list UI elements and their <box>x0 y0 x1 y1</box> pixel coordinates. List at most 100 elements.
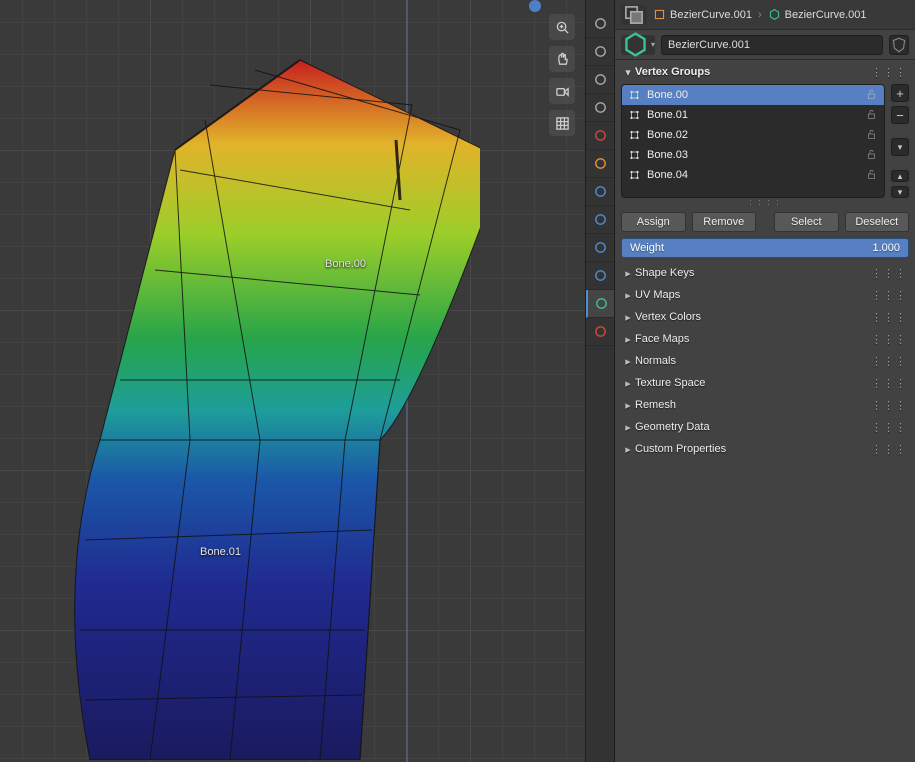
section-label: Geometry Data <box>635 421 710 433</box>
lock-icon[interactable] <box>865 88 878 103</box>
section-vertex-groups[interactable]: ▾ Vertex Groups ⋮⋮⋮ <box>621 60 909 84</box>
lock-icon[interactable] <box>865 108 878 123</box>
vertex-group-name: Bone.01 <box>647 109 859 121</box>
vertex-group-item[interactable]: Bone.04 <box>622 165 884 185</box>
material-tab[interactable] <box>586 318 614 346</box>
bone-label-1: Bone.01 <box>200 546 241 558</box>
property-tabs <box>585 0 615 762</box>
panel-menu-icon[interactable]: ⋮⋮⋮ <box>871 355 909 368</box>
pan-icon[interactable] <box>549 46 575 72</box>
breadcrumb-object-label: BezierCurve.001 <box>670 9 752 21</box>
output-tab[interactable] <box>586 38 614 66</box>
object-tab[interactable] <box>586 150 614 178</box>
section-label: Texture Space <box>635 377 705 389</box>
panel-menu-icon[interactable]: ⋮⋮⋮ <box>871 333 909 346</box>
section-vertex-colors[interactable]: ▸ Vertex Colors ⋮⋮⋮ <box>621 306 909 328</box>
section-custom-properties[interactable]: ▸ Custom Properties ⋮⋮⋮ <box>621 438 909 460</box>
breadcrumb-data[interactable]: BezierCurve.001 <box>768 8 867 21</box>
select-button[interactable]: Select <box>774 212 839 232</box>
fake-user-icon[interactable] <box>889 35 909 55</box>
triangle-right-icon: ▸ <box>621 289 635 302</box>
breadcrumb-object[interactable]: BezierCurve.001 <box>653 8 752 21</box>
section-shape-keys[interactable]: ▸ Shape Keys ⋮⋮⋮ <box>621 262 909 284</box>
camera-icon[interactable] <box>549 78 575 104</box>
panel-menu-icon[interactable]: ⋮⋮⋮ <box>871 267 909 280</box>
viewport[interactable]: Bone.00 Bone.01 <box>0 0 585 762</box>
section-face-maps[interactable]: ▸ Face Maps ⋮⋮⋮ <box>621 328 909 350</box>
assign-button[interactable]: Assign <box>621 212 686 232</box>
section-label: Vertex Colors <box>635 311 701 323</box>
cursor-handle[interactable] <box>529 0 541 12</box>
section-uv-maps[interactable]: ▸ UV Maps ⋮⋮⋮ <box>621 284 909 306</box>
z-axis <box>406 0 408 762</box>
bone-label-0: Bone.00 <box>325 258 366 270</box>
zoom-icon[interactable] <box>549 14 575 40</box>
vertex-group-name: Bone.02 <box>647 129 859 141</box>
section-label: UV Maps <box>635 289 680 301</box>
remove-button[interactable]: Remove <box>692 212 757 232</box>
grid-icon[interactable] <box>549 110 575 136</box>
panel-menu-icon[interactable]: ⋮⋮⋮ <box>871 289 909 302</box>
constraint-tab[interactable] <box>586 262 614 290</box>
weight-slider[interactable]: Weight 1.000 <box>621 238 909 258</box>
vertex-group-item[interactable]: Bone.01 <box>622 105 884 125</box>
breadcrumb-data-label: BezierCurve.001 <box>785 9 867 21</box>
vertex-group-item[interactable]: Bone.03 <box>622 145 884 165</box>
section-label: Remesh <box>635 399 676 411</box>
vertex-group-icon <box>628 129 641 141</box>
triangle-right-icon: ▸ <box>621 443 635 456</box>
datablock-dropdown[interactable]: ▾ <box>621 35 655 55</box>
physics-tab[interactable] <box>586 234 614 262</box>
vertex-group-icon <box>628 169 641 181</box>
modifier-tab[interactable] <box>586 178 614 206</box>
triangle-right-icon: ▸ <box>621 311 635 324</box>
vertex-group-icon <box>628 149 641 161</box>
vertex-group-item[interactable]: Bone.02 <box>622 125 884 145</box>
move-down-icon[interactable]: ▾ <box>891 186 909 198</box>
lock-icon[interactable] <box>865 168 878 183</box>
vertex-group-name: Bone.04 <box>647 169 859 181</box>
panel-menu-icon[interactable]: ⋮⋮⋮ <box>871 443 909 456</box>
vertex-group-name: Bone.00 <box>647 89 859 101</box>
weight-value: 1.000 <box>872 242 900 254</box>
panel-menu-icon[interactable]: ⋮⋮⋮ <box>871 421 909 434</box>
section-remesh[interactable]: ▸ Remesh ⋮⋮⋮ <box>621 394 909 416</box>
world-tab[interactable] <box>586 122 614 150</box>
move-up-icon[interactable]: ▴ <box>891 170 909 182</box>
section-geometry-data[interactable]: ▸ Geometry Data ⋮⋮⋮ <box>621 416 909 438</box>
data-name-row: ▾ BezierCurve.001 <box>615 30 915 60</box>
particle-tab[interactable] <box>586 206 614 234</box>
list-resize-handle[interactable]: : : : : <box>621 198 909 206</box>
section-label: Face Maps <box>635 333 689 345</box>
section-label: Custom Properties <box>635 443 726 455</box>
vertex-group-menu-icon[interactable]: ▾ <box>891 138 909 156</box>
vertex-group-name: Bone.03 <box>647 149 859 161</box>
section-label: Normals <box>635 355 676 367</box>
add-vertex-group-button[interactable]: + <box>891 84 909 102</box>
section-normals[interactable]: ▸ Normals ⋮⋮⋮ <box>621 350 909 372</box>
vertex-group-list[interactable]: Bone.00 Bone.01 Bone.02 Bone.03 <box>621 84 885 198</box>
section-texture-space[interactable]: ▸ Texture Space ⋮⋮⋮ <box>621 372 909 394</box>
objectdata-tab[interactable] <box>586 290 614 318</box>
remove-vertex-group-button[interactable]: − <box>891 106 909 124</box>
viewport-grid <box>0 0 585 762</box>
section-label: Shape Keys <box>635 267 694 279</box>
vertex-group-item[interactable]: Bone.00 <box>622 85 884 105</box>
lock-icon[interactable] <box>865 148 878 163</box>
triangle-right-icon: ▸ <box>621 377 635 390</box>
viewlayer-tab[interactable] <box>586 66 614 94</box>
vertex-group-icon <box>628 109 641 121</box>
scene-tab[interactable] <box>586 94 614 122</box>
triangle-right-icon: ▸ <box>621 333 635 346</box>
panel-menu-icon[interactable]: ⋮⋮⋮ <box>871 377 909 390</box>
panel-menu-icon[interactable]: ⋮⋮⋮ <box>871 311 909 324</box>
panel-menu-icon[interactable]: ⋮⋮⋮ <box>871 399 909 412</box>
triangle-right-icon: ▸ <box>621 421 635 434</box>
lock-icon[interactable] <box>865 128 878 143</box>
pin-dropdown-icon[interactable] <box>621 5 647 25</box>
object-name-field[interactable]: BezierCurve.001 <box>661 35 883 55</box>
panel-menu-icon[interactable]: ⋮⋮⋮ <box>871 66 909 79</box>
deselect-button[interactable]: Deselect <box>845 212 910 232</box>
render-tab[interactable] <box>586 10 614 38</box>
vertex-group-icon <box>628 89 641 101</box>
